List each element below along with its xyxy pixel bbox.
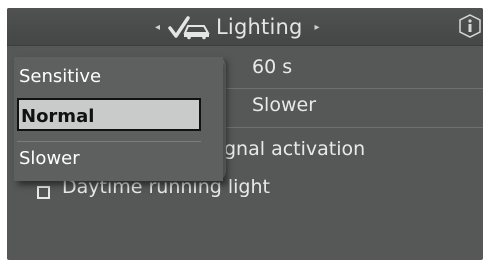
option-slower[interactable]: Slower	[17, 141, 201, 174]
title-bar: ◂ Lighting ▸	[7, 8, 483, 46]
row-divider	[221, 88, 483, 89]
option-normal-selected[interactable]: Normal	[17, 98, 201, 131]
info-icon[interactable]	[459, 14, 481, 38]
row1-value[interactable]: 60 s	[252, 56, 292, 78]
sensitivity-dropdown: Sensitive Normal Slower	[14, 57, 223, 181]
previous-page-arrow[interactable]: ◂	[155, 22, 160, 33]
next-page-arrow[interactable]: ▸	[315, 22, 320, 33]
car-light-check-icon	[168, 16, 210, 40]
row2-value[interactable]: Slower	[252, 94, 316, 116]
row-divider	[221, 127, 483, 128]
idrive-screen: ◂ Lighting ▸ 60 s Slower gnal activation…	[7, 8, 483, 260]
option-sensitive[interactable]: Sensitive	[17, 60, 201, 93]
title-group: ◂ Lighting ▸	[155, 12, 320, 42]
daytime-running-light-checkbox[interactable]	[37, 186, 50, 199]
page-title: Lighting	[216, 15, 303, 39]
signal-activation-label[interactable]: gnal activation	[224, 138, 365, 160]
